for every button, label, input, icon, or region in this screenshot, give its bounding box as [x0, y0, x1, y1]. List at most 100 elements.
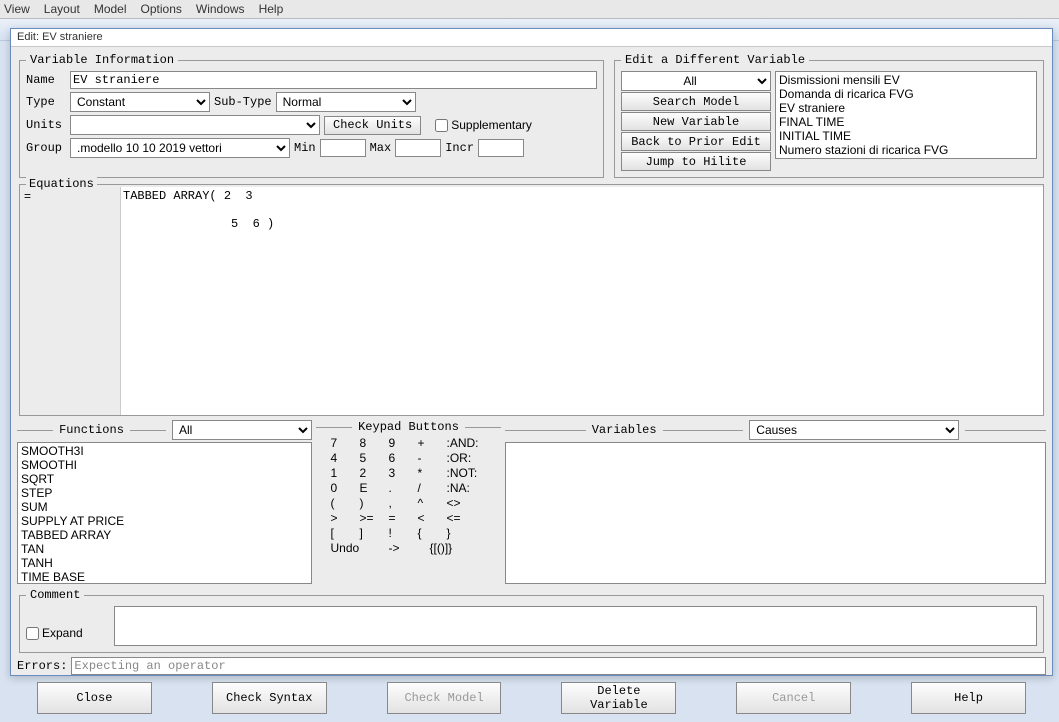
arrow-button[interactable]: -> [389, 541, 429, 555]
key-7[interactable]: 7 [331, 436, 359, 450]
key-3[interactable]: 3 [389, 466, 417, 480]
menu-view[interactable]: View [4, 2, 30, 16]
check-syntax-button[interactable]: Check Syntax [212, 682, 327, 714]
key-ne[interactable]: <> [447, 496, 487, 510]
min-input[interactable] [320, 139, 366, 157]
cancel-button[interactable]: Cancel [736, 682, 851, 714]
key-lbracket[interactable]: [ [331, 526, 359, 540]
key-le[interactable]: <= [447, 511, 487, 525]
list-item[interactable]: Dismissioni mensili EV [777, 73, 1035, 87]
window-titlebar: Edit: EV straniere [11, 29, 1052, 47]
list-item[interactable]: SQRT [19, 472, 310, 486]
list-item[interactable]: TIME BASE [19, 570, 310, 584]
editdiff-filter-select[interactable]: All [621, 71, 771, 91]
key-eq[interactable]: = [389, 511, 417, 525]
causes-list[interactable] [505, 442, 1046, 584]
close-button[interactable]: Close [37, 682, 152, 714]
list-item[interactable]: SMOOTHI [19, 458, 310, 472]
list-item[interactable]: TABBED ARRAY [19, 528, 310, 542]
key-4[interactable]: 4 [331, 451, 359, 465]
key-6[interactable]: 6 [389, 451, 417, 465]
key-8[interactable]: 8 [360, 436, 388, 450]
key-rbrace[interactable]: } [447, 526, 487, 540]
new-variable-button[interactable]: New Variable [621, 112, 771, 131]
key-lparen[interactable]: ( [331, 496, 359, 510]
key-caret[interactable]: ^ [418, 496, 446, 510]
list-item[interactable]: Numero stazioni di ricarica FVG [777, 143, 1035, 157]
key-5[interactable]: 5 [360, 451, 388, 465]
key-rbracket[interactable]: ] [360, 526, 388, 540]
variables-filter-select[interactable]: Causes [749, 420, 959, 440]
max-input[interactable] [395, 139, 441, 157]
undo-button[interactable]: Undo [331, 541, 388, 555]
equations-sign: = [20, 187, 120, 415]
supplementary-checkbox[interactable]: Supplementary [435, 118, 532, 132]
key-slash[interactable]: / [418, 481, 446, 495]
list-item[interactable]: FINAL TIME [777, 115, 1035, 129]
key-rparen[interactable]: ) [360, 496, 388, 510]
key-0[interactable]: 0 [331, 481, 359, 495]
menu-windows[interactable]: Windows [196, 2, 245, 16]
key-lt[interactable]: < [418, 511, 446, 525]
key-and[interactable]: :AND: [447, 436, 487, 450]
key-lbrace[interactable]: { [418, 526, 446, 540]
back-prior-edit-button[interactable]: Back to Prior Edit [621, 132, 771, 151]
key-e[interactable]: E [360, 481, 388, 495]
subtype-select[interactable]: Normal [276, 92, 416, 112]
key-plus[interactable]: + [418, 436, 446, 450]
functions-filter-select[interactable]: All [172, 420, 312, 440]
list-item[interactable]: TANH [19, 556, 310, 570]
expand-checkbox[interactable]: Expand [26, 626, 83, 640]
key-2[interactable]: 2 [360, 466, 388, 480]
list-item[interactable]: TAN [19, 542, 310, 556]
check-model-button[interactable]: Check Model [387, 682, 502, 714]
key-bang[interactable]: ! [389, 526, 417, 540]
key-ge[interactable]: >= [360, 511, 388, 525]
functions-list[interactable]: SMOOTH3I SMOOTHI SQRT STEP SUM SUPPLY AT… [17, 442, 312, 584]
list-item[interactable]: Domanda di ricarica FVG [777, 87, 1035, 101]
list-item[interactable]: SMOOTH3I [19, 444, 310, 458]
search-model-button[interactable]: Search Model [621, 92, 771, 111]
list-item[interactable]: EV straniere [777, 101, 1035, 115]
list-item[interactable]: INITIAL TIME [777, 129, 1035, 143]
list-item[interactable]: STEP [19, 486, 310, 500]
key-or[interactable]: :OR: [447, 451, 487, 465]
units-select[interactable] [70, 115, 320, 135]
name-input[interactable] [70, 71, 597, 89]
group-label: Group [26, 141, 66, 155]
list-item[interactable]: SUPPLY AT PRICE [19, 514, 310, 528]
key-9[interactable]: 9 [389, 436, 417, 450]
menu-options[interactable]: Options [141, 2, 182, 16]
comment-textarea[interactable] [114, 606, 1037, 646]
braces-button[interactable]: {[()]} [430, 541, 487, 555]
name-label: Name [26, 73, 66, 87]
incr-label: Incr [445, 141, 474, 155]
menu-help[interactable]: Help [259, 2, 284, 16]
expand-check-input[interactable] [26, 627, 39, 640]
type-select[interactable]: Constant [70, 92, 210, 112]
key-na[interactable]: :NA: [447, 481, 487, 495]
key-comma[interactable]: , [389, 496, 417, 510]
keypad-panel: Keypad Buttons 789+:AND: 456-:OR: 123*:N… [316, 420, 501, 584]
incr-input[interactable] [478, 139, 524, 157]
check-units-button[interactable]: Check Units [324, 116, 421, 135]
help-button[interactable]: Help [911, 682, 1026, 714]
comment-fieldset: Comment Expand [19, 588, 1044, 653]
key-gt[interactable]: > [331, 511, 359, 525]
variable-list[interactable]: Dismissioni mensili EV Domanda di ricari… [775, 71, 1037, 159]
menu-model[interactable]: Model [94, 2, 127, 16]
key-star[interactable]: * [418, 466, 446, 480]
supplementary-check-input[interactable] [435, 119, 448, 132]
jump-hilite-button[interactable]: Jump to Hilite [621, 152, 771, 171]
key-minus[interactable]: - [418, 451, 446, 465]
key-1[interactable]: 1 [331, 466, 359, 480]
menu-layout[interactable]: Layout [44, 2, 80, 16]
group-select[interactable]: .modello 10 10 2019 vettori [70, 138, 290, 158]
list-item[interactable]: Parco esistente EV FVG [777, 157, 1035, 159]
edit-different-legend: Edit a Different Variable [621, 53, 809, 67]
delete-variable-button[interactable]: Delete Variable [561, 682, 676, 714]
key-not[interactable]: :NOT: [447, 466, 487, 480]
equations-textarea[interactable]: TABBED ARRAY( 2 3 5 6 ) [120, 187, 1043, 415]
list-item[interactable]: SUM [19, 500, 310, 514]
key-dot[interactable]: . [389, 481, 417, 495]
